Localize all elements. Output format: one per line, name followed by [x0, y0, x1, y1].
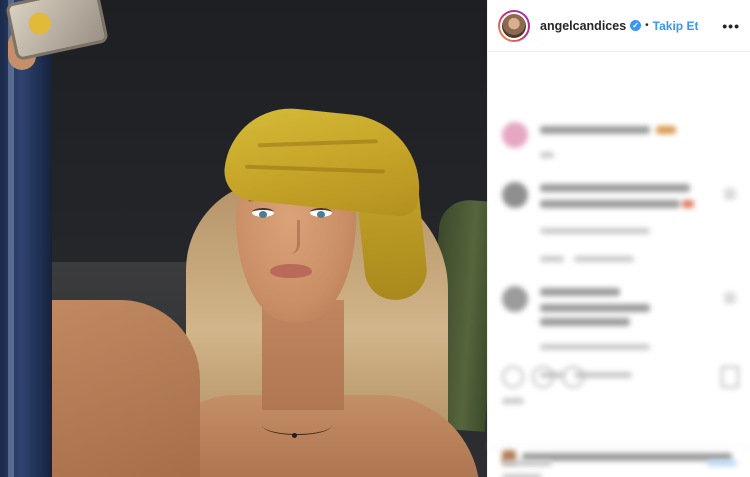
instagram-post: angelcandices ✓ • Takip Et ••• [0, 0, 750, 477]
post-sidebar: angelcandices ✓ • Takip Et ••• [487, 0, 750, 477]
add-comment-input[interactable] [502, 460, 552, 466]
like-comment-icon[interactable] [724, 292, 736, 304]
profile-avatar[interactable] [498, 9, 530, 42]
necklace-pendant [292, 433, 297, 438]
separator-dot: • [645, 20, 649, 31]
comment-text-blurred [540, 288, 620, 296]
necklace [262, 415, 332, 435]
commenter-avatar [502, 286, 528, 312]
phone-in-hand [4, 0, 110, 62]
like-comment-icon[interactable] [724, 188, 736, 200]
share-icon[interactable] [562, 366, 584, 388]
username-link[interactable]: angelcandices [540, 19, 626, 33]
add-comment-bar [488, 445, 750, 477]
post-photo[interactable] [0, 0, 487, 477]
avatar [500, 11, 528, 40]
follow-button[interactable]: Takip Et [653, 19, 699, 33]
yellow-turban [221, 102, 427, 218]
comment-icon[interactable] [532, 366, 554, 388]
save-icon[interactable] [721, 366, 739, 388]
commenter-avatar [502, 182, 528, 208]
like-icon[interactable] [502, 366, 524, 388]
commenter-avatar [502, 122, 528, 148]
post-actions [488, 360, 750, 390]
comment-text-blurred [540, 184, 690, 192]
post-header: angelcandices ✓ • Takip Et ••• [488, 0, 750, 52]
verified-badge-icon: ✓ [630, 20, 642, 31]
post-comment-button[interactable] [707, 460, 737, 466]
blue-pole [0, 0, 52, 477]
more-options-icon[interactable]: ••• [722, 18, 740, 34]
comment-text-blurred [540, 126, 650, 134]
